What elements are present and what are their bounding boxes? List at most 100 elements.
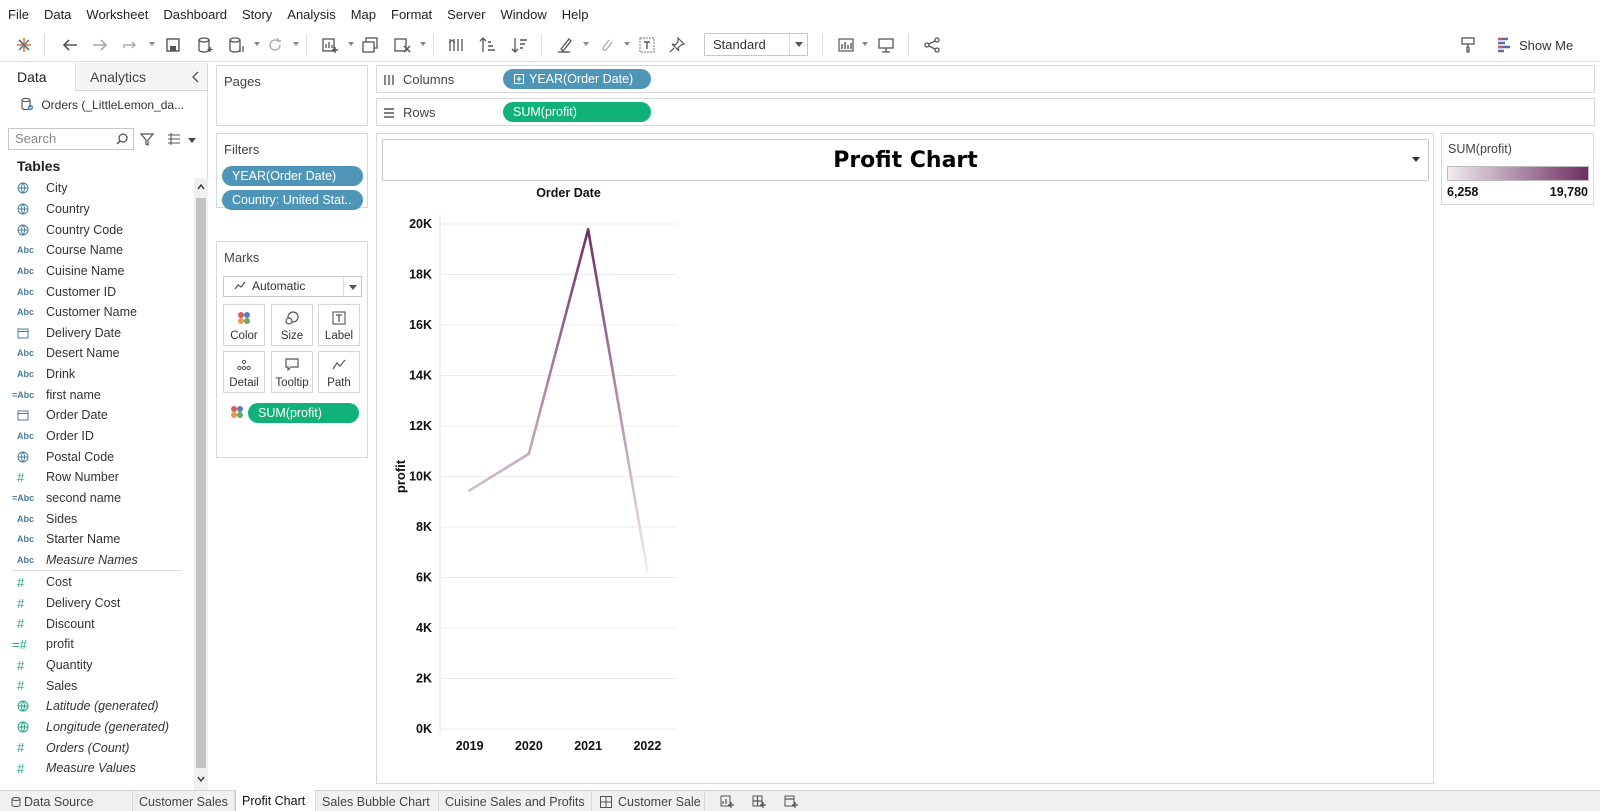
sort-ascending-icon[interactable] [476,33,500,57]
tab-customer-sale[interactable]: Customer Sale [592,791,705,811]
new-worksheet-icon[interactable] [720,795,734,808]
show-me-button[interactable]: Show Me [1495,34,1573,56]
menu-analysis[interactable]: Analysis [287,7,335,22]
undo-icon[interactable] [58,33,82,57]
menu-server[interactable]: Server [447,7,485,22]
menu-window[interactable]: Window [500,7,546,22]
redo-icon[interactable] [88,33,112,57]
field-country-code[interactable]: Country Code [0,219,194,240]
marks-size-button[interactable]: Size [271,304,313,346]
refresh-icon[interactable] [263,33,287,57]
list-view-icon[interactable] [167,132,181,146]
pages-card[interactable]: Pages [216,65,368,126]
field-delivery-cost[interactable]: # Delivery Cost [0,593,194,614]
field-orders-count[interactable]: # Orders (Count) [0,737,194,758]
sort-descending-icon[interactable] [508,33,532,57]
field-starter-name[interactable]: Abc Starter Name [0,529,194,550]
marks-label-button[interactable]: Label [318,304,360,346]
field-latitude-generated[interactable]: Latitude (generated) [0,696,194,717]
field-desert-name[interactable]: Abc Desert Name [0,343,194,364]
marks-path-button[interactable]: Path [318,351,360,393]
field-order-id[interactable]: Abc Order ID [0,426,194,447]
scroll-down-icon[interactable] [197,775,205,783]
menu-worksheet[interactable]: Worksheet [86,7,148,22]
profit-point-2019[interactable] [468,489,471,492]
profit-line-chart[interactable]: 0K 2K 4K 6K 8K 10K 12K 14K 16K 18K 20K Order Date pr… [377,134,1435,785]
filter-icon[interactable] [140,132,154,146]
menu-story[interactable]: Story [242,7,272,22]
marks-pill-sum-profit[interactable]: SUM(profit) [248,403,359,423]
format-painter-icon[interactable] [1456,33,1480,57]
fit-select[interactable]: Standard [704,33,808,56]
field-course-name[interactable]: Abc Course Name [0,240,194,261]
field-row-number[interactable]: # Row Number [0,467,194,488]
new-story-icon[interactable] [784,795,798,808]
field-postal-code[interactable]: Postal Code [0,446,194,467]
field-first-name[interactable]: =Abc first name [0,384,194,405]
profit-point-2022[interactable] [646,569,649,573]
color-legend[interactable]: SUM(profit) 6,258 19,780 [1441,133,1594,205]
field-country[interactable]: Country [0,199,194,220]
columns-shelf[interactable]: Columns YEAR(Order Date) [376,65,1595,93]
field-drink[interactable]: Abc Drink [0,364,194,385]
pin-icon[interactable] [665,33,689,57]
field-list-scrollbar[interactable] [194,178,208,790]
mark-type-select[interactable]: Automatic [223,276,362,297]
tab-customer-sales[interactable]: Customer Sales [133,791,235,811]
field-measure-names[interactable]: Abc Measure Names [0,550,194,571]
columns-pill-year-order-date[interactable]: YEAR(Order Date) [503,69,651,89]
field-profit[interactable]: =# profit [0,634,194,655]
labels-icon[interactable] [635,33,659,57]
presentation-icon[interactable] [874,33,898,57]
filter-pill-country[interactable]: Country: United Stat.. [222,190,363,210]
scroll-thumb[interactable] [196,198,206,768]
tab-analytics[interactable]: Analytics [77,63,207,90]
rows-shelf[interactable]: Rows SUM(profit) [376,98,1595,126]
tab-data-source[interactable]: Data Source [6,791,133,811]
duplicate-icon[interactable] [358,33,382,57]
field-city[interactable]: City [0,178,194,199]
field-cuisine-name[interactable]: Abc Cuisine Name [0,261,194,282]
view-dropdown-icon[interactable] [188,138,196,143]
field-sides[interactable]: Abc Sides [0,508,194,529]
menu-help[interactable]: Help [562,7,589,22]
profit-point-2021[interactable] [586,228,590,231]
marks-tooltip-button[interactable]: Tooltip [271,351,313,393]
profit-line-segment[interactable] [527,228,590,456]
chart-type-icon[interactable] [834,33,858,57]
field-order-date[interactable]: Order Date [0,405,194,426]
profit-line-segment[interactable] [586,228,649,573]
marks-color-button[interactable]: Color [223,304,265,346]
tableau-logo-icon[interactable] [12,33,36,57]
pause-update-icon[interactable] [224,33,248,57]
field-discount[interactable]: # Discount [0,613,194,634]
save-icon[interactable] [161,33,185,57]
scroll-up-icon[interactable] [197,183,205,191]
field-cost[interactable]: # Cost [0,572,194,593]
field-quantity[interactable]: # Quantity [0,655,194,676]
search-input[interactable]: Search [8,128,134,150]
menu-data[interactable]: Data [44,7,71,22]
new-dashboard-icon[interactable] [752,795,766,808]
menu-dashboard[interactable]: Dashboard [163,7,227,22]
tab-data[interactable]: Data [0,63,76,91]
highlight-icon[interactable] [553,33,577,57]
group-icon[interactable] [594,33,618,57]
swap-icon[interactable] [444,33,468,57]
tab-sales-bubble-chart[interactable]: Sales Bubble Chart [316,791,439,811]
tab-profit-chart[interactable]: Profit Chart [235,790,316,811]
rows-pill-sum-profit[interactable]: SUM(profit) [503,102,651,122]
field-longitude-generated[interactable]: Longitude (generated) [0,717,194,738]
replay-icon[interactable] [118,33,142,57]
marks-detail-button[interactable]: Detail [223,351,265,393]
menu-map[interactable]: Map [351,7,376,22]
filter-pill-year-order-date[interactable]: YEAR(Order Date) [222,166,363,186]
datasource-item[interactable]: Orders (_LittleLemon_da... [20,97,184,112]
menu-format[interactable]: Format [391,7,432,22]
menu-file[interactable]: File [8,7,29,22]
field-sales[interactable]: # Sales [0,675,194,696]
filters-card[interactable]: Filters YEAR(Order Date) Country: United… [216,133,368,210]
field-second-name[interactable]: =Abc second name [0,488,194,509]
field-customer-id[interactable]: Abc Customer ID [0,281,194,302]
field-customer-name[interactable]: Abc Customer Name [0,302,194,323]
